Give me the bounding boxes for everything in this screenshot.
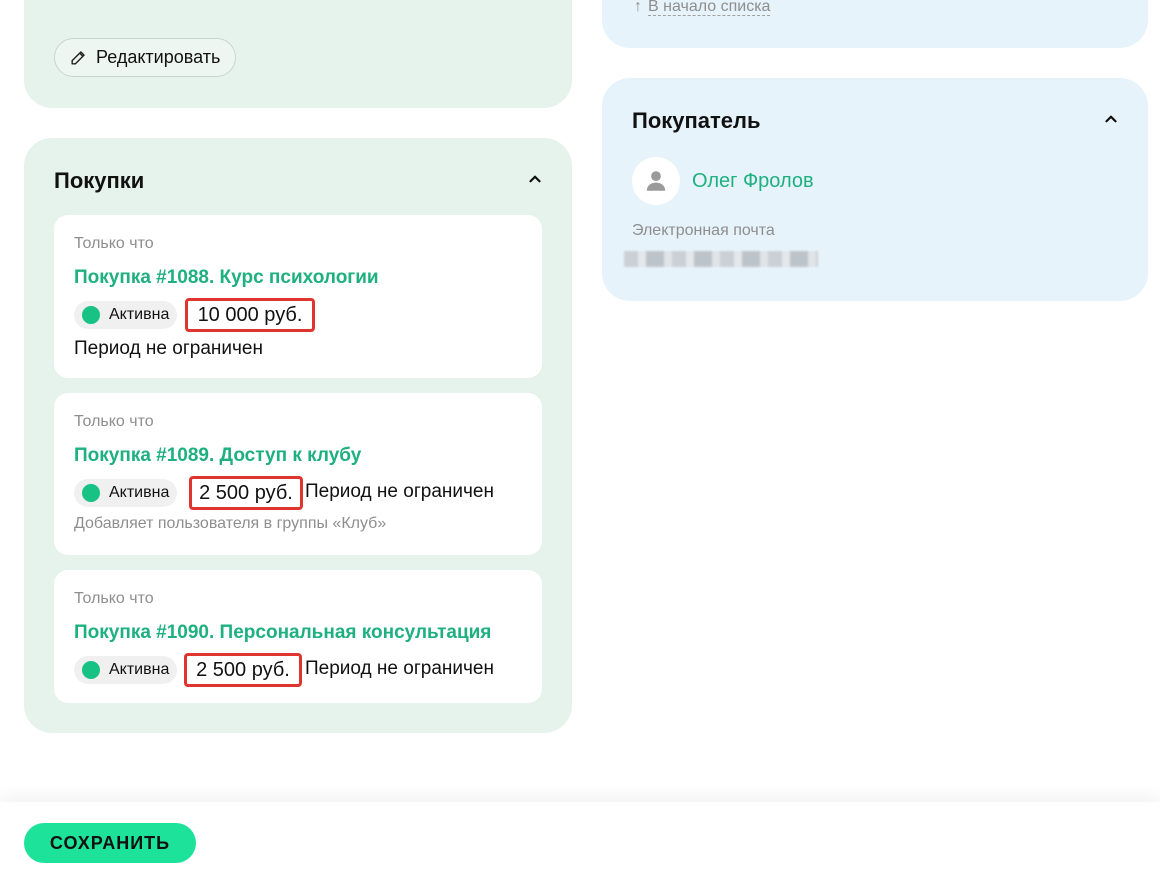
status-label: Активна: [109, 661, 170, 678]
purchase-item: Только что Покупка #1089. Доступ к клубу…: [54, 393, 542, 555]
purchases-card: Покупки Только что Покупка #1088. Курс п…: [24, 138, 572, 733]
status-label: Активна: [109, 484, 170, 501]
edit-button[interactable]: Редактировать: [54, 38, 237, 77]
list-nav-card: ↑ В начало списка: [602, 0, 1148, 48]
user-icon: [646, 171, 666, 191]
purchase-time: Только что: [74, 235, 154, 252]
purchase-title-link[interactable]: Покупка #1090. Персональная консультация: [74, 622, 491, 644]
purchase-note: Добавляет пользователя в группы «Клуб»: [74, 515, 387, 532]
buyer-name-link[interactable]: Олег Фролов: [692, 170, 814, 193]
purchase-time: Только что: [74, 590, 154, 607]
avatar: [632, 157, 680, 205]
page: Редактировать Покупки Только что Покупка…: [0, 0, 1160, 872]
purchase-period: Период не ограничен: [305, 658, 494, 679]
status-dot-icon: [82, 661, 100, 679]
user-info-card: Редактировать: [24, 0, 572, 108]
chevron-up-icon[interactable]: [1102, 110, 1120, 128]
email-value-redacted: [624, 251, 818, 267]
edit-button-label: Редактировать: [96, 47, 221, 67]
status-dot-icon: [82, 306, 100, 324]
save-button[interactable]: СОХРАНИТЬ: [24, 823, 196, 863]
back-to-list-link[interactable]: ↑ В начало списка: [634, 0, 771, 16]
purchase-item: Только что Покупка #1088. Курс психологи…: [54, 215, 542, 378]
email-label: Электронная почта: [632, 222, 775, 239]
status-dot-icon: [82, 484, 100, 502]
bottom-action-bar: СОХРАНИТЬ: [0, 802, 1160, 872]
status-badge: Активна: [74, 479, 178, 507]
purchase-price: 2 500 руб.: [189, 476, 303, 510]
purchase-price: 10 000 руб.: [185, 298, 315, 332]
buyer-card: Покупатель Олег Фролов Электронная почта: [602, 78, 1148, 301]
purchases-title: Покупки: [54, 168, 145, 193]
status-badge: Активна: [74, 656, 178, 684]
purchase-title-link[interactable]: Покупка #1089. Доступ к клубу: [74, 445, 361, 467]
buyer-title: Покупатель: [632, 108, 761, 133]
pencil-icon: [71, 51, 85, 65]
purchase-title-link[interactable]: Покупка #1088. Курс психологии: [74, 267, 379, 289]
purchase-item: Только что Покупка #1090. Персональная к…: [54, 570, 542, 703]
purchase-time: Только что: [74, 413, 154, 430]
status-label: Активна: [109, 306, 170, 323]
purchase-period: Период не ограничен: [305, 481, 494, 502]
arrow-up-icon: ↑: [634, 0, 642, 15]
status-badge: Активна: [74, 301, 178, 329]
chevron-up-icon[interactable]: [526, 170, 544, 188]
purchase-period: Период не ограничен: [74, 338, 263, 359]
back-to-list-label: В начало списка: [648, 0, 771, 16]
purchase-price: 2 500 руб.: [184, 653, 302, 687]
